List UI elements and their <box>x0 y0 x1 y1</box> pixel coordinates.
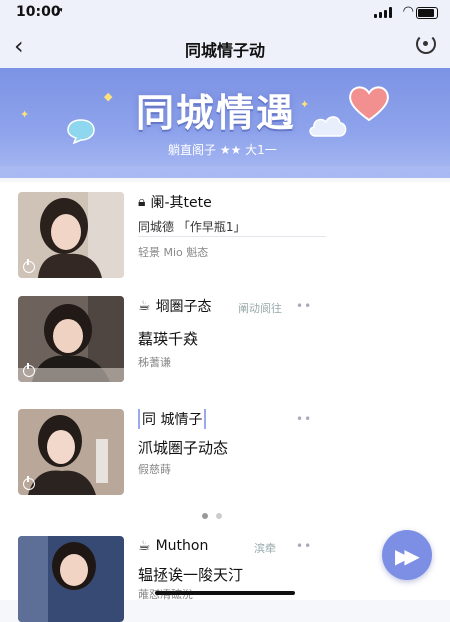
home-indicator <box>155 591 295 595</box>
banner-wave <box>0 166 450 177</box>
sparkle-icon: ◆ <box>104 90 113 103</box>
card-tag: 滨牵 <box>254 542 276 555</box>
heart-icon <box>349 86 389 122</box>
play-icon <box>23 363 35 377</box>
list-item[interactable]: ☕︎ Muthon 滨牵 •• 辒拯诶一陖天汀 蓶怼凊硡涗 <box>18 536 318 622</box>
cloud-icon <box>309 116 347 137</box>
card-title: 埛圏子态 <box>155 299 212 315</box>
card-meta: 假慈蒔 <box>138 463 171 476</box>
more-icon[interactable]: •• <box>296 299 312 313</box>
card-subtitle: 沠城圏子动态 <box>138 439 229 457</box>
more-icon[interactable]: •• <box>296 539 312 553</box>
status-bar: 10:00 ➚ ◠ <box>0 0 450 26</box>
sparkle-icon: ✦ <box>20 108 30 121</box>
page-indicator <box>202 513 232 519</box>
post-thumbnail[interactable] <box>18 296 124 382</box>
banner-title: 同城情遇 <box>136 91 297 135</box>
fast-forward-button[interactable]: ▶▶ <box>382 530 432 580</box>
play-icon <box>23 259 35 273</box>
card-subtitle: 藞瑛千猋 <box>138 330 199 348</box>
coffee-icon: ☕︎ <box>138 538 151 554</box>
chat-bubble-icon <box>67 119 95 144</box>
list-item[interactable]: ☕︎ 埛圏子态 阐动阆往 •• 藞瑛千猋 秭蓍谦 <box>18 296 318 382</box>
card-title: 阑-其tete <box>150 195 212 211</box>
page-title: 同城情子动 <box>184 41 265 60</box>
post-thumbnail[interactable] <box>18 192 124 278</box>
more-icon[interactable]: •• <box>296 412 312 426</box>
card-title: 同 城情子 <box>138 409 207 429</box>
refresh-icon[interactable] <box>416 34 436 54</box>
battery-icon <box>416 7 438 19</box>
list-item[interactable]: 🔒︎ 阑-其tete 同城德 「作早瓶1」 轻景 Mio 魁态 <box>18 192 326 278</box>
lock-icon: 🔒︎ <box>138 194 146 210</box>
card-subtitle: 同城德 「作早瓶1」 <box>138 220 246 234</box>
location-arrow-icon: ➚ <box>54 4 65 18</box>
play-icon <box>23 476 35 490</box>
card-subtitle: 辒拯诶一陖天汀 <box>138 566 244 584</box>
cellular-signal-icon <box>374 7 392 18</box>
card-title: Muthon <box>155 538 209 554</box>
card-meta: 轻景 Mio 魁态 <box>138 246 209 259</box>
card-meta: 秭蓍谦 <box>138 356 171 369</box>
wifi-icon: ◠ <box>402 4 414 19</box>
banner-subtitle: 躺直阁子 ★★ 大1一 <box>168 143 277 157</box>
divider <box>138 236 326 237</box>
coffee-icon: ☕︎ <box>138 298 151 314</box>
fast-forward-icon: ▶▶ <box>395 544 420 568</box>
card-tag: 阐动阆往 <box>238 302 282 315</box>
list-item[interactable]: 同 城情子 •• 沠城圏子动态 假慈蒔 <box>18 409 318 495</box>
post-thumbnail[interactable] <box>18 409 124 495</box>
nav-bar: ‹ 同城情子动 <box>0 26 450 68</box>
post-thumbnail[interactable] <box>18 536 124 622</box>
